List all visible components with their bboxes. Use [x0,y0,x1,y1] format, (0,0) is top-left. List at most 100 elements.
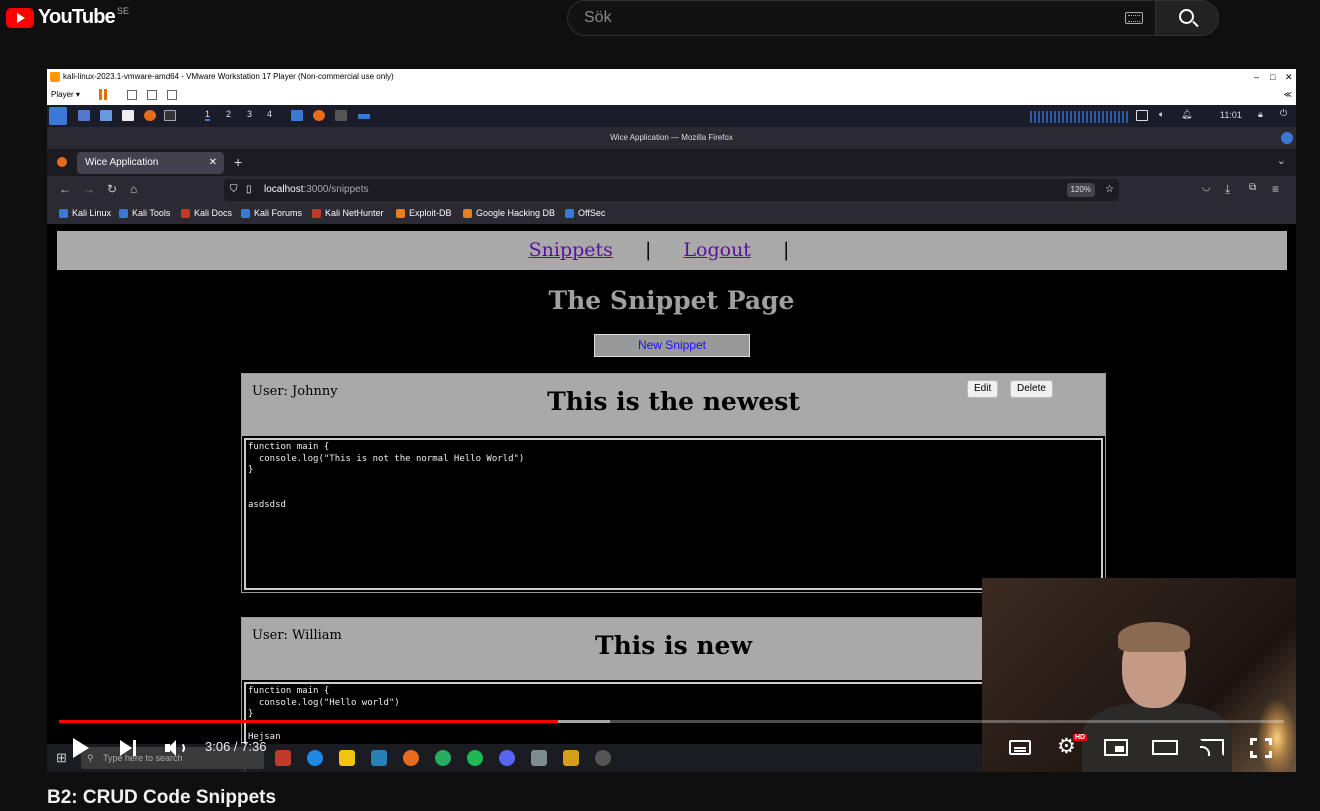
discord-icon[interactable] [499,750,515,766]
lock-icon[interactable]: 🔒︎ [1258,109,1263,120]
url-bar[interactable]: ⛉ ▯ localhost:3000/snippets 120% ☆ [224,179,1119,201]
new-snippet-button[interactable]: New Snippet [594,334,750,357]
unity-icon[interactable] [167,90,177,100]
firefox-window-icon[interactable] [313,110,325,121]
send-keys-icon[interactable] [127,90,137,100]
files-icon[interactable] [100,110,112,121]
firefox-view-icon[interactable] [57,157,67,167]
snippet-card: User: Johnny This is the newest Edit Del… [241,373,1106,593]
spotify-icon[interactable] [467,750,483,766]
player-menu[interactable]: Player ▾ [51,90,80,99]
minimize-icon[interactable]: – [1254,69,1259,85]
edge-icon[interactable] [307,750,323,766]
region-code: SE [116,6,129,16]
snippet-code[interactable]: function main { console.log("This is not… [244,438,1103,590]
tab-list-icon[interactable]: ⌄ [1277,154,1286,167]
kali-menu-icon[interactable] [49,107,67,125]
bookmark-exploit-db[interactable]: Exploit-DB [396,208,452,218]
bookmark-kali-tools[interactable]: Kali Tools [119,208,170,218]
video-title: B2: CRUD Code Snippets [47,787,277,808]
search-input[interactable] [584,9,1104,27]
bookmark-kali-nethunter[interactable]: Kali NetHunter [312,208,384,218]
pause-icon[interactable] [99,89,107,100]
page-title: The Snippet Page [548,286,795,315]
display-icon[interactable] [1136,110,1148,121]
new-tab-icon[interactable]: + [234,154,242,170]
extensions-icon[interactable]: ⧉ [1249,182,1256,193]
nav-separator: | [782,239,790,261]
window-icon[interactable] [358,114,370,119]
bookmark-kali-forums[interactable]: Kali Forums [241,208,302,218]
next-button[interactable] [120,740,136,756]
keyboard-icon[interactable] [1125,12,1143,24]
collapse-toolbar[interactable]: ≪ [1284,85,1292,105]
volume-icon[interactable]: 🔈︎ [1159,109,1164,120]
shield-icon[interactable]: ⛉ [230,179,238,201]
workspace-1[interactable]: 1 [205,109,211,121]
play-button[interactable] [73,738,89,758]
zoom-indicator[interactable]: 120% [1066,183,1095,197]
subtitles-button[interactable] [1009,740,1031,755]
store-icon[interactable] [371,750,387,766]
youtube-logo[interactable]: YouTube SE [6,6,129,29]
tab-title: Wice Application [85,157,159,168]
firefox-icon[interactable] [403,750,419,766]
nav-snippets-link[interactable]: Snippets [529,239,613,261]
menu-icon[interactable]: ≡ [1272,182,1279,196]
power-icon[interactable]: ⏻ [1280,108,1287,119]
app-icon[interactable] [531,750,547,766]
close-tab-icon[interactable]: ✕ [209,152,217,174]
pocket-icon[interactable]: ◡ [1202,182,1211,193]
workspace-4[interactable]: 4 [267,109,272,119]
tab-wice-application[interactable]: Wice Application ✕ [77,152,224,174]
fit-guest-icon[interactable] [147,90,157,100]
bookmark-google-hacking-db[interactable]: Google Hacking DB [463,208,555,218]
video-player[interactable]: kali-linux-2023.1-vmware-amd64 - VMware … [47,69,1296,772]
fullscreen-button[interactable] [1250,738,1272,758]
terminal-icon[interactable] [164,110,176,121]
editor-icon[interactable] [122,110,134,121]
back-icon[interactable]: ← [59,182,71,196]
close-icon[interactable]: ✕ [1285,69,1293,85]
bell-icon[interactable]: 🔔︎ [1181,109,1192,120]
forward-icon[interactable]: → [83,182,95,196]
bookmark-kali-linux[interactable]: Kali Linux [59,208,111,218]
miniplayer-button[interactable] [1104,739,1128,756]
nav-logout-link[interactable]: Logout [683,239,751,261]
volume-icon[interactable] [165,739,187,757]
vmware-taskbar-icon[interactable] [563,750,579,766]
terminal-window-icon[interactable] [335,110,347,121]
reload-icon[interactable]: ↻ [107,182,117,196]
cast-button[interactable] [1200,739,1224,756]
close-icon[interactable] [1281,132,1293,144]
workspace-3[interactable]: 3 [247,109,252,119]
chrome-icon[interactable] [435,750,451,766]
progress-bar[interactable] [59,720,1284,723]
bookmark-offsec[interactable]: OffSec [565,208,605,218]
maximize-icon[interactable]: □ [1270,69,1275,85]
app-icon[interactable] [275,750,291,766]
firefox-titlebar: Wice Application — Mozilla Firefox [47,127,1296,149]
search-button[interactable] [1155,0,1219,36]
progress-played [59,720,558,723]
vmware-toolbar: Player ▾ ≪ [47,85,1296,105]
downloads-icon[interactable]: ⤓ [1225,182,1230,197]
home-icon[interactable]: ⌂ [130,182,137,196]
desktop-icon[interactable] [78,110,90,121]
bookmark-kali-docs[interactable]: Kali Docs [181,208,232,218]
explorer-icon[interactable] [339,750,355,766]
windows-start-icon[interactable]: ⊞ [56,750,67,766]
url-path: :3000/snippets [303,184,369,195]
theater-mode-button[interactable] [1152,740,1178,755]
cpu-graph [1030,111,1130,123]
window-icon[interactable] [291,110,303,121]
page-info-icon[interactable]: ▯ [246,179,252,201]
nav-separator: | [644,239,652,261]
app-icon[interactable] [595,750,611,766]
delete-button[interactable]: Delete [1010,380,1053,398]
firefox-icon[interactable] [144,110,156,121]
bookmark-star-icon[interactable]: ☆ [1105,179,1114,201]
workspace-2[interactable]: 2 [226,109,231,119]
edit-button[interactable]: Edit [967,380,999,398]
hd-badge: HD [1073,734,1088,741]
